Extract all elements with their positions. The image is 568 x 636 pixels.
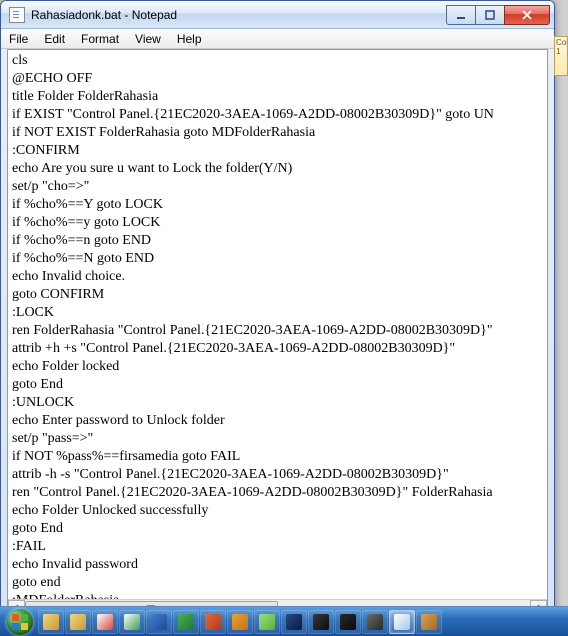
menu-file[interactable]: File (1, 29, 36, 48)
taskbar-item-explorer[interactable] (38, 610, 64, 634)
excel-icon (178, 614, 194, 630)
menu-format[interactable]: Format (73, 29, 127, 48)
taskbar-item-excel[interactable] (173, 610, 199, 634)
window-buttons (447, 5, 550, 25)
taskbar-item-explorer[interactable] (65, 610, 91, 634)
editor-area: cls @ECHO OFF title Folder FolderRahasia… (7, 49, 548, 617)
taskbar-items (38, 607, 442, 636)
taskbar-item-word[interactable] (146, 610, 172, 634)
notepad-window: Rahasiadonk.bat - Notepad File Edit Form… (0, 0, 555, 624)
explorer-icon (70, 614, 86, 630)
menu-edit[interactable]: Edit (36, 29, 73, 48)
taskbar-item-chrome[interactable] (119, 610, 145, 634)
window-title: Rahasiadonk.bat - Notepad (31, 8, 447, 22)
close-icon (521, 10, 533, 20)
app-icon (340, 614, 356, 630)
taskbar-item-notepadpp[interactable] (254, 610, 280, 634)
maximize-button[interactable] (475, 5, 505, 25)
github-icon (313, 614, 329, 630)
menu-view[interactable]: View (127, 29, 169, 48)
taskbar[interactable] (0, 606, 568, 636)
notepadpp-icon (259, 614, 275, 630)
close-button[interactable] (504, 5, 550, 25)
side-col-label: Col (556, 38, 566, 47)
app-icon (367, 614, 383, 630)
taskbar-item-app[interactable] (362, 610, 388, 634)
taskbar-item-chrome[interactable] (92, 610, 118, 634)
explorer-icon (43, 614, 59, 630)
menubar: File Edit Format View Help (1, 29, 554, 49)
winamp-icon (232, 614, 248, 630)
taskbar-item-github[interactable] (308, 610, 334, 634)
taskbar-item-photoshop[interactable] (281, 610, 307, 634)
titlebar[interactable]: Rahasiadonk.bat - Notepad (1, 1, 554, 29)
photoshop-icon (286, 614, 302, 630)
windows-logo-icon (7, 609, 33, 635)
minimize-icon (456, 10, 466, 20)
app-icon (421, 614, 437, 630)
notepad-icon (9, 7, 25, 23)
menu-help[interactable]: Help (169, 29, 210, 48)
powerpoint-icon (205, 614, 221, 630)
start-button[interactable] (2, 608, 38, 636)
taskbar-item-app[interactable] (416, 610, 442, 634)
notepad-icon (394, 614, 410, 630)
taskbar-item-powerpoint[interactable] (200, 610, 226, 634)
taskbar-item-notepad[interactable] (389, 610, 415, 634)
text-editor[interactable]: cls @ECHO OFF title Folder FolderRahasia… (8, 50, 547, 599)
minimize-button[interactable] (446, 5, 476, 25)
taskbar-item-winamp[interactable] (227, 610, 253, 634)
background-panel: Col 1 (554, 36, 568, 76)
taskbar-item-app[interactable] (335, 610, 361, 634)
chrome-icon (124, 614, 140, 630)
word-icon (151, 614, 167, 630)
maximize-icon (485, 10, 495, 20)
side-col-value: 1 (556, 47, 566, 56)
chrome-icon (97, 614, 113, 630)
